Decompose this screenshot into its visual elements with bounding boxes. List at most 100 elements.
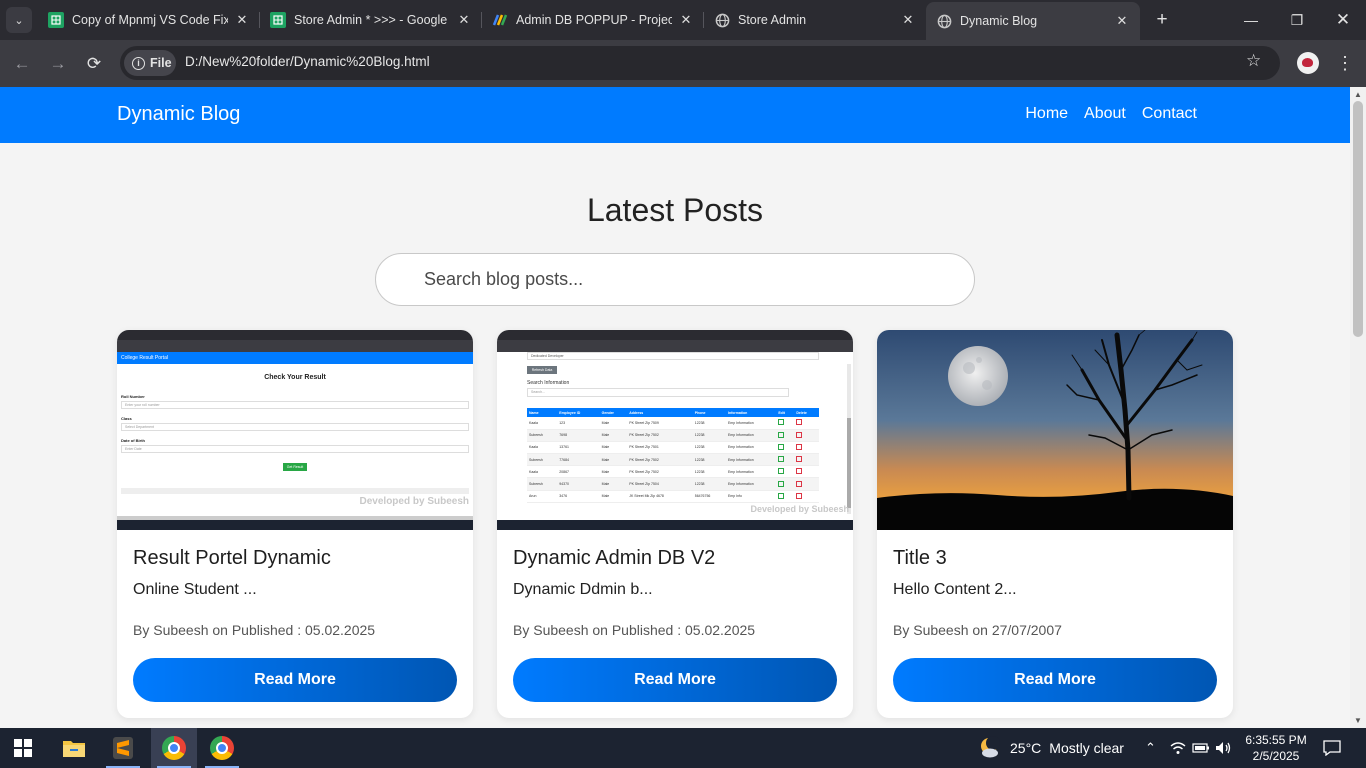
screenshot-admin-db: Dedicated Developer Refresh Data Search … [497, 330, 853, 530]
post-title: Title 3 [893, 547, 947, 569]
thumb-table-header: Gender [599, 408, 628, 417]
thumb-table-cell [794, 453, 819, 467]
restore-icon[interactable]: ❐ [1274, 0, 1320, 40]
forward-arrow-icon[interactable]: → [46, 52, 70, 76]
bookmark-star-icon[interactable]: ☆ [1246, 51, 1261, 71]
delete-icon [796, 443, 803, 450]
tab-search-button[interactable]: ⌄ [6, 7, 32, 33]
profile-avatar-icon[interactable] [1297, 52, 1319, 74]
screenshot-result-portal: College Result Portal Check Your Result … [117, 330, 473, 530]
thumb-table-cell: 12238 [692, 417, 726, 430]
weather-temp: 25°C [1010, 740, 1042, 756]
delete-icon [796, 456, 803, 463]
thumb-table-header: Information [725, 408, 777, 417]
thumb-field: Enter your roll number [121, 401, 469, 409]
tab-title: Admin DB POPPUP - Project [516, 13, 672, 27]
thumb-table-cell [794, 429, 819, 442]
thumb-table-cell: Male [599, 453, 628, 467]
hidden-icons-chevron[interactable]: ⌃ [1145, 728, 1156, 768]
post-meta: By Subeesh on 27/07/2007 [893, 622, 1062, 638]
thumb-table-cell: PK Street Zip 7509 [627, 417, 693, 430]
close-window-icon[interactable]: ✕ [1320, 0, 1366, 40]
search-input[interactable] [375, 253, 975, 306]
close-icon[interactable]: ✕ [456, 12, 472, 28]
nav-links: Home About Contact [1025, 105, 1197, 123]
scroll-up-icon[interactable]: ▲ [1354, 90, 1362, 99]
thumb-table-cell: PK Street Zip 7501 [627, 441, 693, 455]
weather-widget[interactable]: 25°C Mostly clear [978, 728, 1124, 768]
thumb-table-cell: 3476 [557, 490, 600, 503]
thumb-heading: Check Your Result [264, 374, 326, 381]
system-clock[interactable]: 6:35:55 PM 2/5/2025 [1240, 732, 1312, 764]
thumb-table-cell [794, 477, 819, 491]
site-brand[interactable]: Dynamic Blog [117, 103, 240, 126]
close-icon[interactable]: ✕ [234, 12, 250, 28]
volume-icon[interactable] [1215, 728, 1233, 768]
tab-separator [259, 12, 260, 28]
delete-icon [796, 480, 803, 487]
chrome-icon [162, 736, 186, 760]
chrome-profile-icon[interactable] [151, 728, 197, 768]
nav-about-link[interactable]: About [1084, 105, 1126, 123]
reload-icon[interactable]: ⟳ [82, 52, 106, 76]
read-more-button[interactable]: Read More [513, 658, 837, 702]
post-card: Dedicated Developer Refresh Data Search … [497, 330, 853, 718]
thumb-table-row: Subeesh 7698 Male PK Street Zip 7502 12238 Em… [527, 429, 819, 442]
thumb-table-cell: PK Street Zip 7504 [627, 477, 693, 491]
tab-4[interactable]: Store Admin ✕ [712, 0, 924, 40]
thumb-table-cell: PK Street Zip 7502 [627, 465, 693, 479]
thumb-table-header: Edit [776, 408, 795, 417]
minimize-icon[interactable]: — [1228, 0, 1274, 40]
post-meta: By Subeesh on Published : 05.02.2025 [133, 622, 376, 638]
tab-2[interactable]: Store Admin * >>> - Google ✕ [268, 0, 480, 40]
file-explorer-icon[interactable] [51, 728, 97, 768]
back-arrow-icon[interactable]: ← [10, 52, 34, 76]
read-more-button[interactable]: Read More [133, 658, 457, 702]
close-icon[interactable]: ✕ [1114, 13, 1130, 29]
thumb-table-cell: Male [599, 441, 628, 455]
scroll-down-icon[interactable]: ▼ [1354, 716, 1362, 725]
close-icon[interactable]: ✕ [678, 12, 694, 28]
thumb-table-cell: 12238 [692, 477, 726, 491]
wifi-icon[interactable] [1170, 728, 1186, 768]
sublime-text-icon[interactable] [100, 728, 146, 768]
url-text[interactable]: D:/New%20folder/Dynamic%20Blog.html [185, 54, 430, 69]
thumb-label: Class [121, 416, 132, 421]
tab-1[interactable]: Copy of Mpnmj VS Code Fix ✕ [46, 0, 258, 40]
tab-3[interactable]: Admin DB POPPUP - Project ✕ [490, 0, 702, 40]
thumb-table-cell: JK Street Mk Zip 4678 [627, 490, 693, 503]
site-info-chip[interactable]: i File [124, 50, 176, 76]
address-bar[interactable]: i File D:/New%20folder/Dynamic%20Blog.ht… [120, 46, 1280, 80]
chrome-logo [210, 736, 234, 760]
windows-taskbar: 25°C Mostly clear ⌃ 6:35:55 PM 2/5/2025 [0, 728, 1366, 768]
thumb-table-cell: Kaala [527, 465, 558, 479]
scroll-thumb[interactable] [1353, 101, 1363, 337]
thumb-table-cell: Emp Information [725, 441, 777, 455]
nav-home-link[interactable]: Home [1025, 105, 1068, 123]
battery-icon[interactable] [1192, 728, 1210, 768]
post-title: Dynamic Admin DB V2 [513, 547, 716, 569]
notification-icon[interactable] [1323, 728, 1341, 768]
close-icon[interactable]: ✕ [900, 12, 916, 28]
new-tab-icon[interactable]: + [1152, 10, 1172, 30]
clock-date: 2/5/2025 [1252, 749, 1300, 763]
more-menu-icon[interactable]: ⋮ [1336, 52, 1354, 74]
thumb-table-cell: Subeesh [527, 453, 558, 467]
thumb-table-cell: Male [599, 417, 628, 430]
thumb-button: Refresh Data [527, 366, 557, 374]
read-more-button[interactable]: Read More [893, 658, 1217, 702]
post-excerpt: Hello Content 2... [893, 581, 1017, 598]
chrome-icon[interactable] [199, 728, 245, 768]
page-scrollbar[interactable]: ▲ ▼ [1350, 87, 1366, 728]
thumb-table-cell [794, 465, 819, 479]
thumb-table-cell [776, 477, 795, 491]
thumb-search: Search... [527, 388, 789, 397]
edit-icon [778, 468, 785, 475]
thumb-label: Date of Birth [121, 438, 145, 443]
thumb-table-cell: 94370 [557, 477, 600, 491]
delete-icon [796, 431, 803, 438]
nav-contact-link[interactable]: Contact [1142, 105, 1197, 123]
windows-start-icon[interactable] [0, 728, 46, 768]
tab-active-dynamic-blog[interactable]: Dynamic Blog ✕ [926, 2, 1140, 40]
thumb-table-cell [776, 453, 795, 467]
